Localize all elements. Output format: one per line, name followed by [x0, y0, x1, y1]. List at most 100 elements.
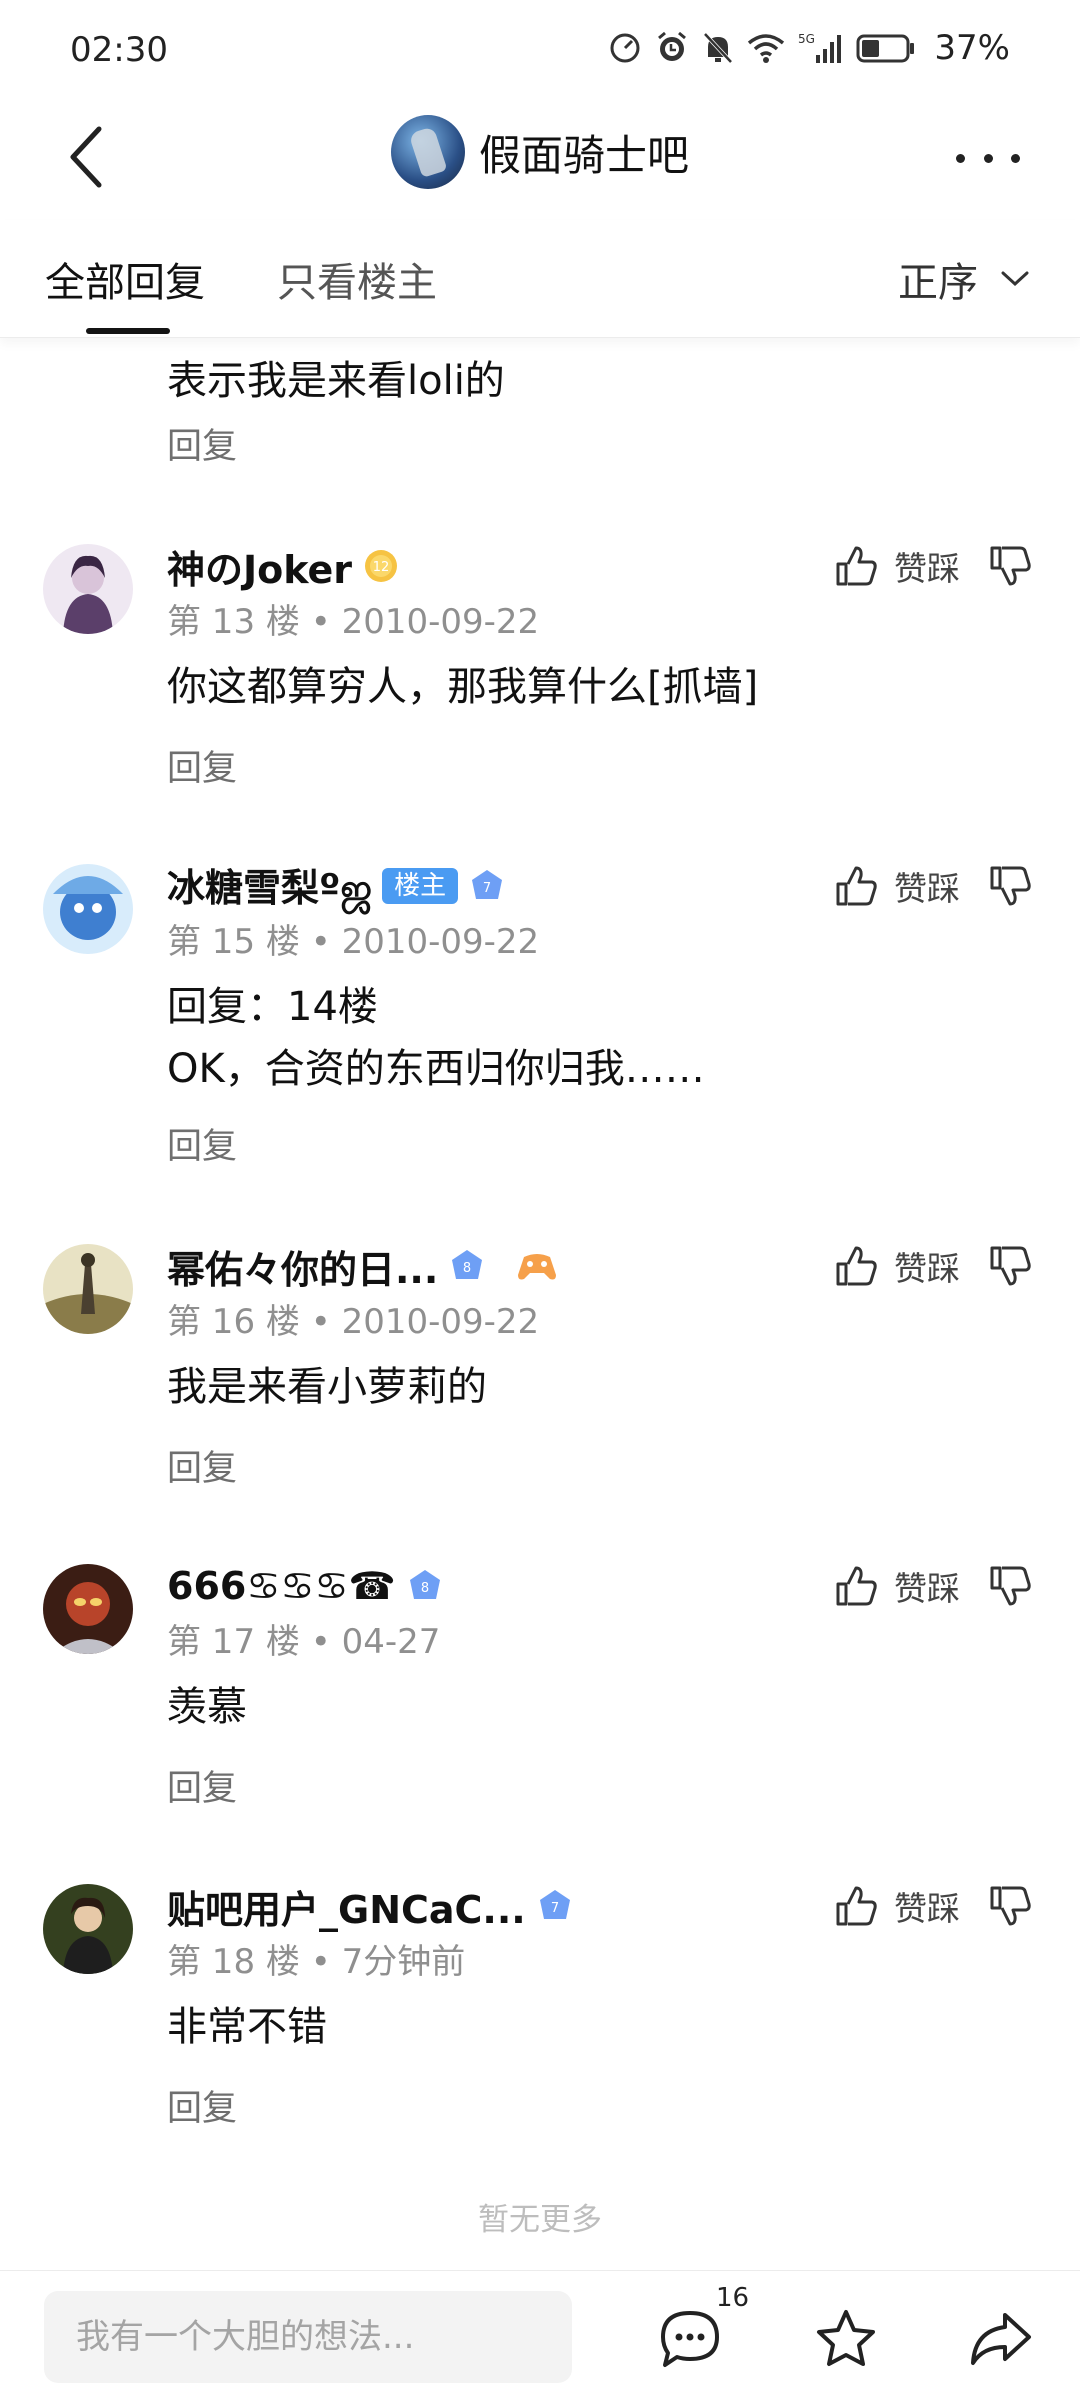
tab-all-replies[interactable]: 全部回复 — [45, 250, 205, 308]
svg-text:8: 8 — [463, 1261, 471, 1276]
name-row: 冰糖雪梨ºஜ 楼主 7 — [167, 860, 506, 912]
vote-actions: 赞踩 — [834, 862, 1032, 910]
forum-avatar[interactable] — [390, 115, 465, 189]
username[interactable]: 幂佑々你的日... — [167, 1239, 438, 1294]
bottom-bar: 16 — [0, 2270, 1080, 2400]
floor-number: 第 16 楼 — [167, 1302, 300, 1342]
post-body: 回复：14楼 OK，合资的东西归你归我…… — [167, 976, 705, 1100]
post-body: 你这都算穷人，那我算什么[抓墙] — [167, 656, 758, 718]
floor-number: 第 13 楼 — [167, 602, 300, 642]
thumbs-down-icon[interactable] — [988, 1884, 1032, 1928]
post-meta: 第 16 楼 • 2010-09-22 — [167, 1302, 540, 1342]
name-row: 神のJoker 12 — [167, 540, 400, 592]
chevron-down-icon — [1001, 271, 1029, 287]
svg-text:7: 7 — [483, 881, 491, 896]
vote-label: 赞踩 — [894, 1889, 960, 1928]
svg-text:5G: 5G — [798, 32, 815, 46]
thumbs-down-icon[interactable] — [988, 1564, 1032, 1608]
battery-icon — [856, 34, 915, 63]
floor-number: 第 15 楼 — [167, 922, 300, 962]
avatar[interactable] — [43, 544, 133, 634]
level-badge: 8 — [406, 1567, 444, 1605]
post-text-line: 回复：14楼 — [167, 984, 378, 1030]
thumbs-up-icon[interactable] — [834, 544, 878, 588]
comment-input[interactable] — [44, 2291, 572, 2383]
tab-owner-only[interactable]: 只看楼主 — [277, 250, 437, 308]
vote-actions: 赞踩 — [834, 1882, 1032, 1930]
game-controller-icon — [518, 1254, 557, 1280]
reply-button[interactable]: 回复 — [167, 1760, 237, 1811]
post-meta: 第 13 楼 • 2010-09-22 — [167, 602, 540, 642]
thumbs-up-icon[interactable] — [834, 1884, 878, 1928]
more-dots-icon — [956, 153, 965, 163]
floor-number: 第 18 楼 — [167, 1942, 300, 1982]
speedometer-icon — [610, 33, 640, 63]
reply-button[interactable]: 回复 — [167, 2080, 237, 2131]
avatar[interactable] — [43, 1244, 133, 1334]
username[interactable]: 冰糖雪梨ºஜ — [167, 857, 372, 916]
wifi-icon — [748, 34, 785, 63]
thumbs-down-icon[interactable] — [988, 864, 1032, 908]
vote-label: 赞踩 — [894, 1569, 960, 1608]
status-time: 02:30 — [70, 30, 168, 70]
post-body: 非常不错 — [167, 1996, 327, 2058]
alarm-icon — [658, 31, 687, 61]
vote-label: 赞踩 — [894, 869, 960, 908]
name-row: 贴吧用户_GNCaC... 7 — [167, 1880, 574, 1932]
post-text: 非常不错 — [167, 2004, 327, 2050]
svg-text:7: 7 — [551, 1901, 559, 1916]
mute-icon — [703, 32, 733, 64]
vote-actions: 赞踩 — [834, 542, 1032, 590]
floor-number: 第 17 楼 — [167, 1622, 300, 1662]
post-text: 表示我是来看loli的 — [167, 358, 505, 404]
svg-text:8: 8 — [421, 1581, 429, 1596]
username[interactable]: 666♋♋♋☎ — [167, 1564, 396, 1608]
thumbs-down-icon[interactable] — [988, 1244, 1032, 1288]
post-meta: 第 17 楼 • 04-27 — [167, 1622, 441, 1662]
tab-bar: 全部回复 只看楼主 正序 — [0, 220, 1080, 338]
thumbs-up-icon[interactable] — [834, 1244, 878, 1288]
favorite-button[interactable] — [806, 2299, 886, 2379]
avatar[interactable] — [43, 1884, 133, 1974]
signal-icon: 5G — [798, 32, 842, 63]
battery-percent: 37% — [934, 28, 1010, 68]
vote-actions: 赞踩 — [834, 1562, 1032, 1610]
post-text-line: OK，合资的东西归你归我…… — [167, 1046, 705, 1092]
level-badge: 8 — [448, 1247, 486, 1285]
share-button[interactable] — [960, 2299, 1040, 2379]
post-text: 我是来看小萝莉的 — [167, 1364, 487, 1410]
more-button[interactable] — [948, 128, 1028, 188]
reply-button[interactable]: 回复 — [167, 1118, 237, 1169]
post-text: 羡慕 — [167, 1684, 247, 1730]
post-body: 我是来看小萝莉的 — [167, 1356, 487, 1418]
post-meta: 第 15 楼 • 2010-09-22 — [167, 922, 540, 962]
vote-label: 赞踩 — [894, 549, 960, 588]
forum-title[interactable]: 假面骑士吧 — [479, 122, 689, 183]
comment-count: 16 — [716, 2283, 750, 2313]
reply-button[interactable]: 回复 — [167, 418, 237, 469]
thumbs-up-icon[interactable] — [834, 1564, 878, 1608]
thumbs-up-icon[interactable] — [834, 864, 878, 908]
forum-header[interactable]: 假面骑士吧 — [0, 115, 1080, 189]
sort-dropdown[interactable]: 正序 — [898, 250, 1030, 308]
avatar[interactable] — [43, 1564, 133, 1654]
share-icon — [971, 2313, 1031, 2365]
owner-badge: 楼主 — [382, 868, 459, 904]
comment-icon — [661, 2311, 719, 2367]
nav-bar: 假面骑士吧 — [0, 100, 1080, 210]
level-badge: 12 — [362, 547, 400, 585]
thumbs-down-icon[interactable] — [988, 544, 1032, 588]
svg-text:12: 12 — [373, 560, 390, 575]
username[interactable]: 神のJoker — [167, 539, 352, 594]
reply-button[interactable]: 回复 — [167, 740, 237, 791]
avatar[interactable] — [43, 864, 133, 954]
post-meta: 第 18 楼 • 7分钟前 — [167, 1942, 466, 1982]
name-row: 幂佑々你的日... 8 — [167, 1240, 558, 1292]
post-date: 2010-09-22 — [341, 922, 540, 962]
no-more-label: 暂无更多 — [478, 2202, 602, 2238]
level-badge: 7 — [468, 867, 506, 905]
name-row: 666♋♋♋☎ 8 — [167, 1560, 444, 1612]
username[interactable]: 贴吧用户_GNCaC... — [167, 1879, 526, 1934]
post-date: 2010-09-22 — [341, 602, 540, 642]
reply-button[interactable]: 回复 — [167, 1440, 237, 1491]
